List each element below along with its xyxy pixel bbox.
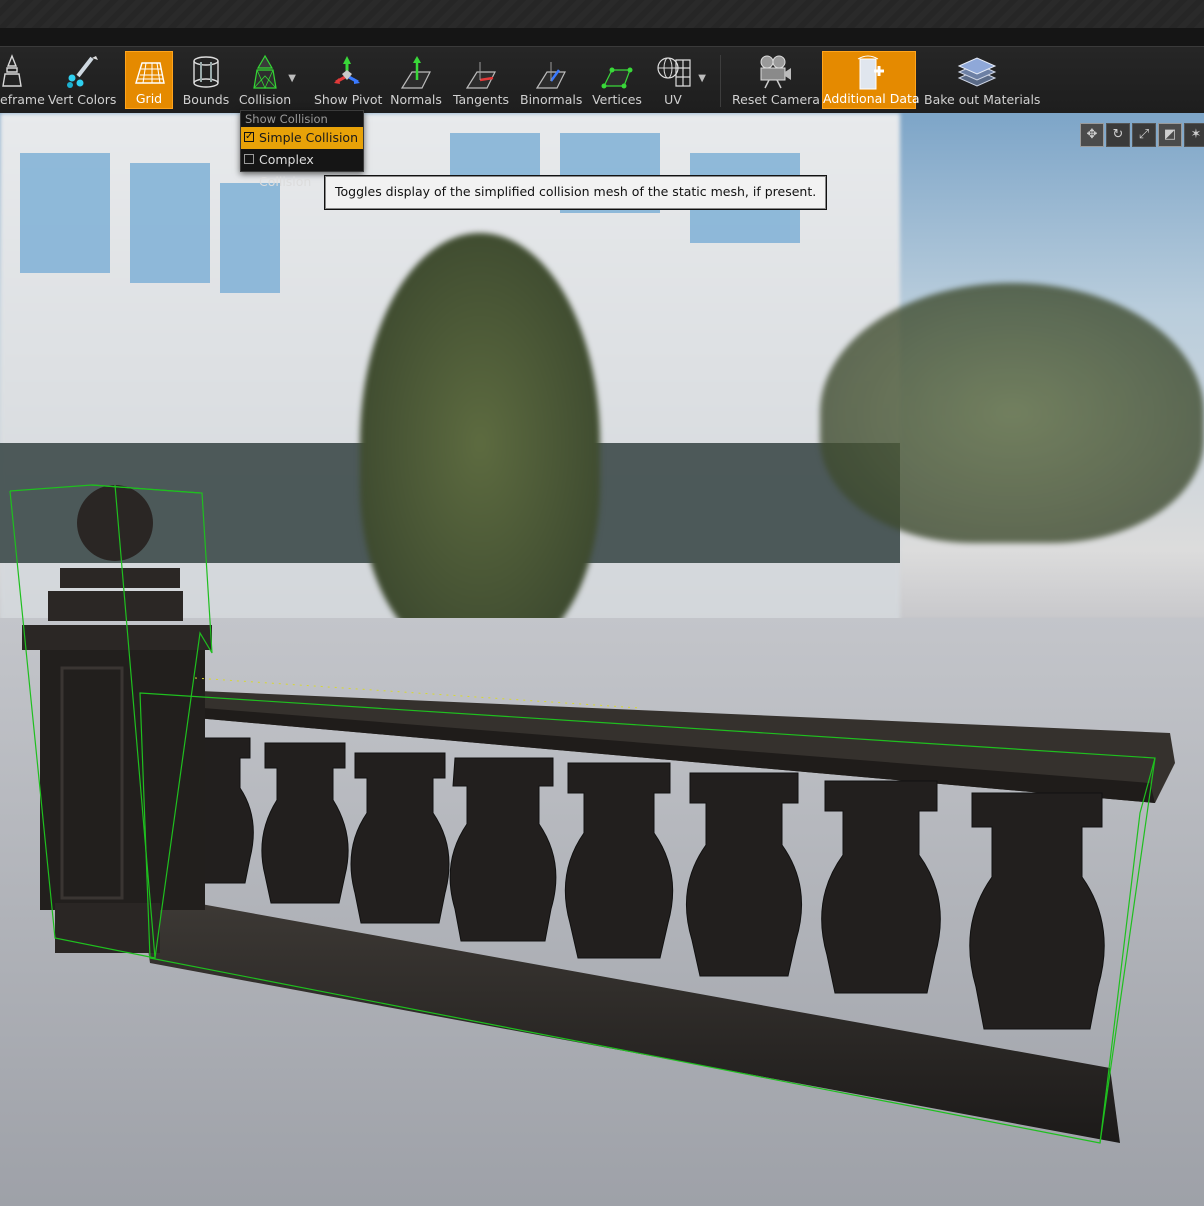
window-title-strip — [0, 0, 1204, 28]
checkbox-unchecked-icon[interactable] — [244, 154, 254, 164]
additional-data-button[interactable]: Additional Data — [822, 51, 920, 109]
normals-icon — [400, 56, 431, 89]
menu-section-header: Show Collision — [245, 112, 328, 126]
additional-data-icon — [857, 55, 884, 90]
collision-dropdown-menu: Show Collision ✓ Simple Collision Comple… — [240, 110, 364, 189]
menu-item-label: Simple Collision — [259, 130, 359, 145]
toolbar-separator — [720, 55, 721, 107]
wireframe-icon — [2, 54, 22, 87]
collision-dropdown-chevron-icon[interactable]: ▼ — [288, 73, 296, 84]
vertices-label: Vertices — [592, 92, 642, 107]
vertex-colors-icon — [67, 56, 98, 88]
tooltip: Toggles display of the simplified collis… — [324, 175, 828, 210]
uv-dropdown-chevron-icon[interactable]: ▼ — [698, 73, 706, 84]
balustrade-mesh — [9, 484, 1175, 1144]
tab-strip — [0, 28, 1204, 46]
grid-label: Grid — [135, 91, 163, 106]
reset-camera-button[interactable]: Reset Camera — [732, 51, 820, 109]
scale-icon[interactable]: ⤢ — [1132, 123, 1156, 147]
camera-icon — [760, 55, 791, 89]
additional-data-label: Additional Data — [823, 91, 920, 106]
vertices-button[interactable]: Vertices — [590, 51, 644, 109]
grid-button[interactable]: Grid — [125, 51, 173, 109]
rotate-icon[interactable]: ↻ — [1106, 123, 1130, 147]
tangents-icon — [465, 62, 496, 89]
binormals-label: Binormals — [520, 92, 583, 107]
tangents-label: Tangents — [452, 92, 510, 107]
world-local-icon[interactable]: ✶ — [1184, 123, 1204, 147]
viewport-3d[interactable]: ✥ ↻ ⤢ ◩ ✶ — [0, 113, 1204, 1206]
uv-icon — [657, 57, 691, 87]
bake-out-materials-label: Bake out Materials — [924, 92, 1041, 107]
uv-button[interactable]: ▼ UV — [650, 51, 706, 109]
collision-label: Collision — [238, 92, 292, 107]
show-pivot-label: Show Pivot — [314, 92, 383, 107]
binormals-icon — [535, 62, 566, 89]
collision-icon — [253, 54, 277, 89]
collision-button[interactable]: ▼ Collision — [238, 51, 296, 109]
bounds-button[interactable]: Bounds — [180, 51, 232, 109]
vert-colors-label: Vert Colors — [48, 92, 117, 107]
binormals-button[interactable]: Binormals — [520, 51, 582, 109]
uv-label: UV — [664, 92, 682, 107]
bake-materials-icon — [957, 57, 997, 87]
wireframe-label: eframe — [0, 92, 45, 107]
bounds-icon — [193, 56, 219, 88]
reset-camera-label: Reset Camera — [732, 92, 820, 107]
vert-colors-button[interactable]: Vert Colors — [48, 51, 116, 109]
menu-item-label: Complex Collision — [259, 152, 314, 189]
pivot-icon — [334, 56, 360, 84]
viewport-transform-toolbar: ✥ ↻ ⤢ ◩ ✶ — [1080, 123, 1204, 147]
tangents-button[interactable]: Tangents — [452, 51, 510, 109]
normals-label: Normals — [390, 92, 442, 107]
wireframe-button[interactable]: eframe — [0, 51, 45, 109]
grid-icon — [135, 62, 165, 84]
menu-item-simple-collision[interactable]: ✓ Simple Collision — [241, 127, 363, 149]
surface-snap-icon[interactable]: ◩ — [1158, 123, 1182, 147]
bounds-label: Bounds — [182, 92, 230, 107]
normals-button[interactable]: Normals — [388, 51, 444, 109]
bake-out-materials-button[interactable]: Bake out Materials — [924, 51, 1041, 109]
checkbox-checked-icon[interactable]: ✓ — [244, 132, 254, 142]
viewport-toolbar: eframe Vert Colors Grid Bounds ▼ Collisi… — [0, 46, 1204, 114]
menu-item-complex-collision[interactable]: Complex Collision — [241, 149, 363, 189]
vertices-icon — [601, 67, 633, 89]
translate-icon[interactable]: ✥ — [1080, 123, 1104, 147]
show-pivot-button[interactable]: Show Pivot — [314, 51, 383, 109]
